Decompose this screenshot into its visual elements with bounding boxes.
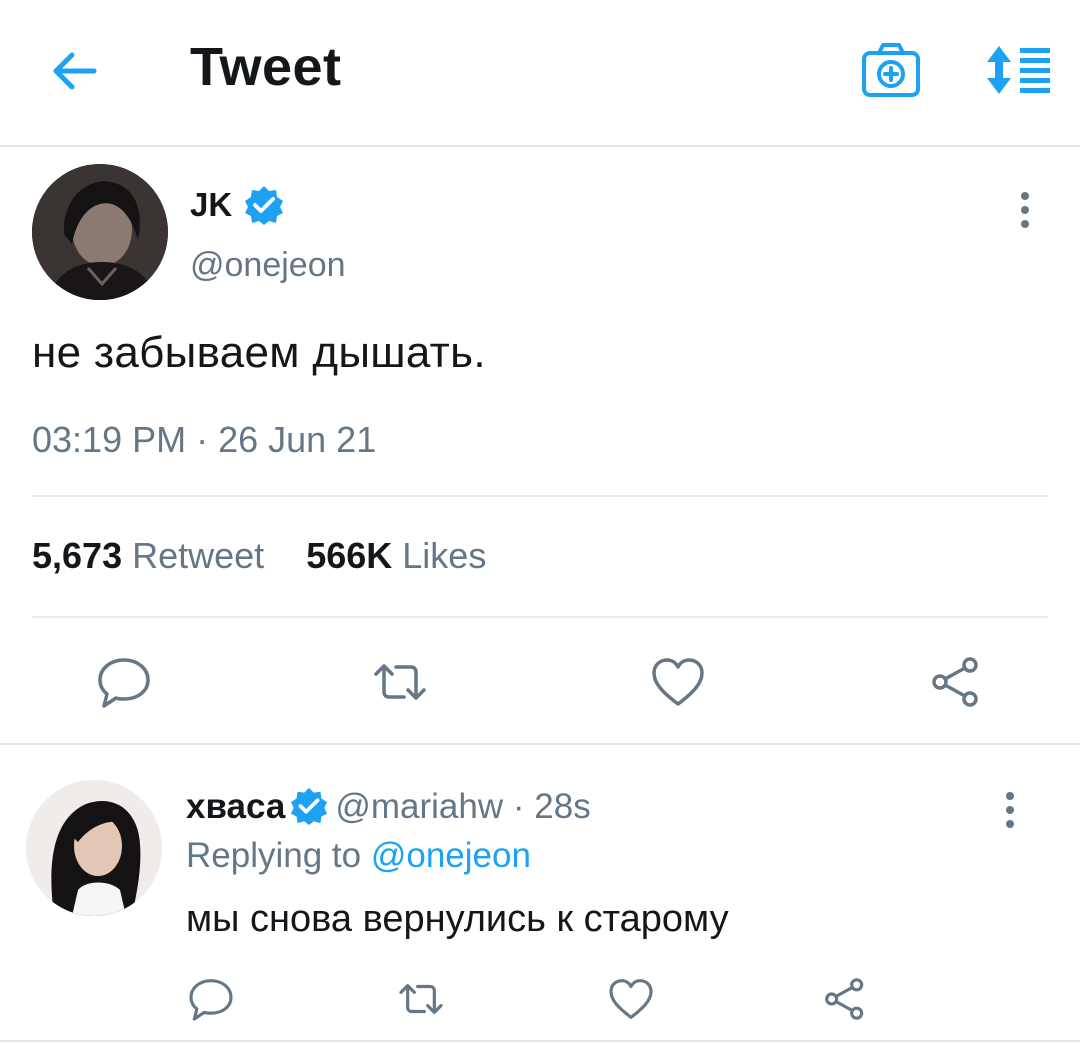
retweet-button[interactable]: [396, 974, 446, 1024]
retweets-label[interactable]: Retweet: [132, 535, 264, 576]
reply-time: 28s: [534, 787, 591, 826]
like-button[interactable]: [606, 974, 656, 1024]
verified-badge-icon: [289, 786, 329, 826]
retweet-button[interactable]: [370, 652, 430, 712]
avatar-image: [26, 780, 162, 916]
author-avatar[interactable]: [32, 164, 168, 300]
back-button[interactable]: [48, 44, 102, 98]
more-vertical-icon: [1021, 192, 1029, 228]
tweet-text: не забываем дышать.: [32, 328, 486, 377]
avatar-image: [32, 164, 168, 300]
more-options-button[interactable]: [1005, 188, 1045, 232]
replying-prefix: Replying to: [186, 836, 362, 875]
section-separator: [0, 743, 1080, 745]
retweet-icon: [374, 664, 426, 700]
reply-text: мы снова вернулись к старому: [186, 898, 729, 940]
replying-to-line: Replying to @onejeon: [186, 836, 531, 876]
arrow-left-icon: [53, 52, 97, 90]
likes-label[interactable]: Likes: [402, 535, 486, 576]
like-button[interactable]: [648, 652, 708, 712]
heart-icon: [609, 979, 653, 1019]
share-button[interactable]: [926, 652, 986, 712]
share-button[interactable]: [820, 974, 870, 1024]
sort-icon: [987, 46, 1050, 94]
more-options-button[interactable]: [990, 788, 1030, 832]
reply-icon: [98, 658, 150, 708]
author-name[interactable]: JK: [190, 186, 232, 224]
likes-count[interactable]: 566K: [306, 535, 392, 576]
author-handle[interactable]: @onejeon: [190, 246, 346, 285]
page-title: Tweet: [190, 37, 342, 97]
sort-button[interactable]: [980, 42, 1052, 98]
reply-button[interactable]: [94, 652, 154, 712]
tweet-stats: 5,673 Retweet 566K Likes: [32, 535, 518, 577]
camera-button[interactable]: [860, 40, 922, 100]
reply-author-avatar[interactable]: [26, 780, 162, 916]
verified-badge-icon: [243, 184, 285, 226]
separator-dot: ·: [512, 787, 525, 826]
share-icon: [825, 978, 864, 1020]
reply-button[interactable]: [186, 974, 236, 1024]
retweets-count[interactable]: 5,673: [32, 535, 122, 576]
divider: [0, 1040, 1080, 1042]
reply-author-name[interactable]: хваса: [186, 787, 285, 826]
divider: [32, 616, 1048, 618]
reply-author-handle[interactable]: @mariahw: [335, 787, 503, 826]
reply-header: хваса @mariahw · 28s: [186, 786, 591, 827]
tweet-timestamp: 03:19 PM · 26 Jun 21: [32, 419, 377, 460]
share-icon: [932, 657, 978, 707]
replying-to-handle[interactable]: @onejeon: [371, 836, 531, 875]
divider: [32, 495, 1048, 497]
heart-icon: [652, 658, 704, 706]
reply-icon: [189, 979, 233, 1021]
more-vertical-icon: [1006, 792, 1014, 828]
retweet-icon: [399, 984, 443, 1014]
camera-icon: [862, 43, 920, 97]
